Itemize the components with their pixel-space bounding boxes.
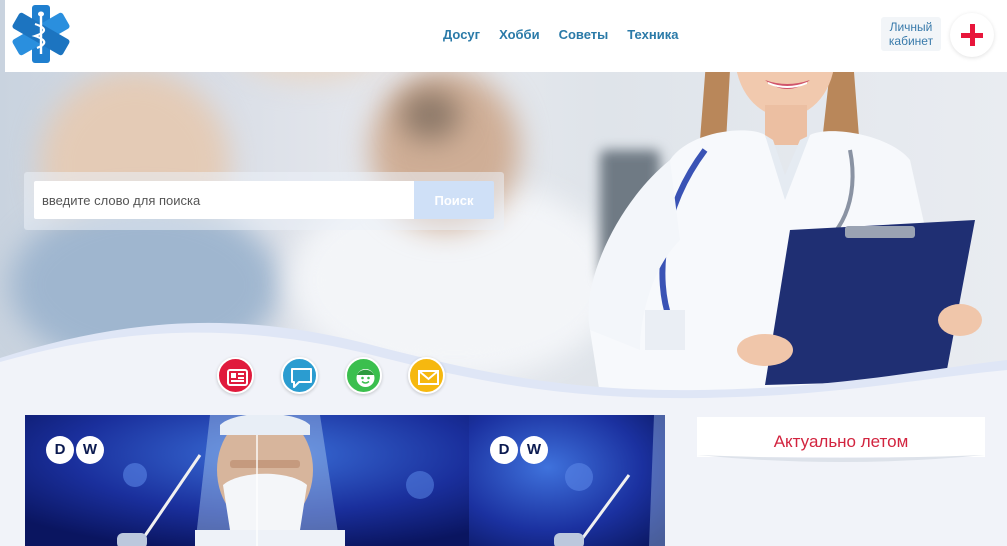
sidebar-title: Актуально летом <box>773 432 909 451</box>
chat-icon[interactable] <box>281 357 318 394</box>
dw-logo: D W <box>46 436 104 464</box>
dw-logo-letter: D <box>46 436 74 464</box>
search-input[interactable] <box>34 181 414 219</box>
news-image <box>469 415 665 546</box>
page: Досуг Хобби Советы Техника Личный кабине… <box>0 0 1007 546</box>
cabinet-label-line2: кабинет <box>888 34 934 48</box>
face-icon[interactable] <box>345 357 382 394</box>
sidebar-heading-shadow <box>697 455 985 462</box>
dw-logo-letter: D <box>490 436 518 464</box>
mail-icon[interactable] <box>408 357 445 394</box>
news-tile[interactable]: D W <box>25 415 469 546</box>
site-header: Досуг Хобби Советы Техника Личный кабине… <box>5 0 1007 72</box>
news-icon[interactable] <box>217 357 254 394</box>
red-cross-icon[interactable] <box>950 13 994 57</box>
dw-logo: D W <box>490 436 548 464</box>
nav-item-hobby[interactable]: Хобби <box>499 27 540 42</box>
nav-item-tech[interactable]: Техника <box>627 27 678 42</box>
news-tile[interactable]: D W <box>469 415 665 546</box>
medical-star-logo-icon[interactable] <box>10 3 72 65</box>
news-image <box>25 415 469 546</box>
nav-item-tips[interactable]: Советы <box>559 27 609 42</box>
hero-wave <box>0 322 1007 410</box>
dw-logo-letter: W <box>520 436 548 464</box>
nav-item-dosug[interactable]: Досуг <box>443 27 480 42</box>
dw-logo-letter: W <box>76 436 104 464</box>
search-button[interactable]: Поиск <box>414 181 494 219</box>
cabinet-label-line1: Личный <box>889 20 933 34</box>
main-nav: Досуг Хобби Советы Техника <box>443 27 678 42</box>
personal-cabinet-link[interactable]: Личный кабинет <box>881 17 941 51</box>
